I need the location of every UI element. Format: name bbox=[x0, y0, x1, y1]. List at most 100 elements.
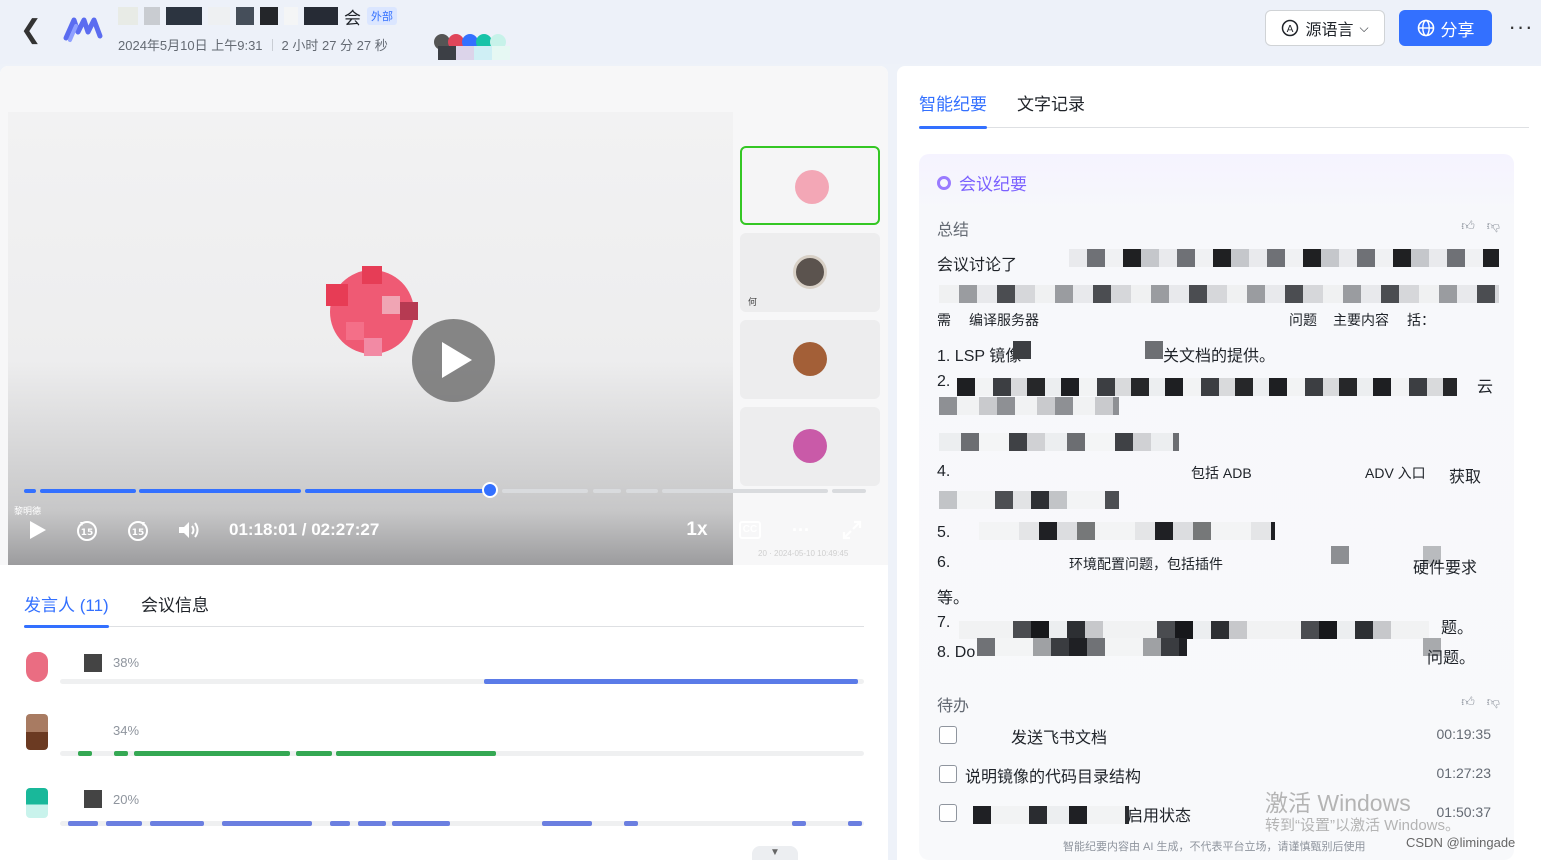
summary-line: 题。 bbox=[1441, 620, 1474, 637]
meeting-meta: 2024年5月10日 上午9:31 2 小时 27 分 27 秒 bbox=[118, 35, 388, 54]
redacted-block bbox=[959, 621, 1429, 639]
participant-avatars[interactable] bbox=[430, 32, 540, 60]
thumbs-up-icon[interactable]: 👍︎ bbox=[1461, 218, 1475, 234]
speech-segment bbox=[114, 751, 128, 756]
fullscreen-icon[interactable] bbox=[840, 516, 864, 544]
speech-segment bbox=[134, 751, 290, 756]
speech-segment bbox=[848, 821, 862, 826]
player-more-icon[interactable]: ··· bbox=[788, 516, 814, 544]
time-display: 01:18:01 / 02:27:27 bbox=[229, 520, 380, 539]
summary-line: 问题 bbox=[1289, 312, 1317, 328]
playback-progress-bar[interactable] bbox=[24, 482, 866, 498]
right-panel: 智能纪要 文字记录 会议纪要 总结 👍︎ 👎︎ 会议讨论了 需 编译服务器 问题… bbox=[897, 66, 1541, 860]
speaker-percent: 38% bbox=[113, 655, 140, 670]
progress-knob[interactable] bbox=[482, 482, 498, 498]
redacted-block bbox=[939, 433, 1179, 451]
source-language-label: 源语言 bbox=[1305, 22, 1354, 39]
tab-transcript[interactable]: 文字记录 bbox=[1017, 90, 1085, 128]
summary-line: ADV 入口 bbox=[1365, 465, 1426, 481]
summary-line: 8. Do bbox=[937, 644, 976, 661]
progress-played bbox=[40, 489, 136, 493]
participant-thumbnails: 何 bbox=[740, 146, 880, 494]
speech-segment bbox=[392, 821, 450, 826]
avatar bbox=[793, 429, 827, 463]
translate-icon: A bbox=[1282, 19, 1299, 37]
back-chevron-icon[interactable]: ❮ bbox=[20, 16, 44, 42]
forward-15-icon[interactable]: 15 bbox=[125, 516, 151, 544]
speech-segment bbox=[542, 821, 592, 826]
todo-checkbox[interactable] bbox=[939, 804, 957, 822]
video-player[interactable]: 何 黎明德 15 15 01:18:01 / 02:27:27 1x CC ··… bbox=[0, 66, 888, 565]
speech-segment bbox=[792, 821, 806, 826]
todo-checkbox[interactable] bbox=[939, 726, 957, 744]
participant-thumb[interactable]: 何 bbox=[740, 233, 880, 312]
todo-item[interactable]: 说明镜像的代码目录结构 01:27:23 bbox=[937, 763, 1507, 787]
tab-smart-summary[interactable]: 智能纪要 bbox=[919, 90, 987, 129]
share-label: 分享 bbox=[1440, 20, 1475, 40]
summary-line: 6. bbox=[937, 554, 951, 571]
speaker-row[interactable]: 38% bbox=[24, 652, 864, 702]
redacted-block bbox=[304, 7, 338, 25]
app-logo-icon bbox=[63, 17, 103, 42]
summary-line: 5. bbox=[937, 524, 951, 541]
participant-thumb[interactable] bbox=[740, 146, 880, 225]
avatar bbox=[793, 255, 827, 289]
ai-disclaimer: 智能纪要内容由 AI 生成，不代表平台立场，请谨慎甄别后使用 bbox=[1063, 841, 1366, 853]
summary-line: 包括 ADB bbox=[1191, 465, 1252, 481]
summary-line: 等。 bbox=[937, 590, 970, 607]
avatar bbox=[793, 342, 827, 376]
todo-label: 待办 bbox=[937, 698, 970, 715]
ai-ring-icon bbox=[937, 175, 951, 190]
redacted-block bbox=[957, 378, 1457, 396]
summary-line: 硬件要求 bbox=[1413, 560, 1478, 577]
play-overlay-icon[interactable] bbox=[412, 319, 495, 402]
speaker-row[interactable]: 20% bbox=[24, 788, 864, 838]
todo-timestamp[interactable]: 01:27:23 bbox=[1437, 765, 1492, 781]
expand-chevron-icon[interactable]: ▼ bbox=[752, 846, 798, 860]
thumbs-up-icon[interactable]: 👍︎ bbox=[1461, 694, 1475, 710]
thumb-label: 何 bbox=[748, 297, 758, 307]
source-language-button[interactable]: A 源语言 ⌵ bbox=[1265, 10, 1385, 46]
tab-meeting-info[interactable]: 会议信息 bbox=[141, 591, 209, 627]
play-icon[interactable] bbox=[24, 516, 50, 544]
todo-feedback: 👍︎ 👎︎ bbox=[1461, 694, 1500, 710]
meeting-summary-card: 会议纪要 总结 👍︎ 👎︎ 会议讨论了 需 编译服务器 问题 主要内容 括： 1… bbox=[919, 154, 1514, 860]
redacted-block bbox=[1013, 341, 1031, 359]
todo-checkbox[interactable] bbox=[939, 765, 957, 783]
thumbs-down-icon[interactable]: 👎︎ bbox=[1487, 218, 1500, 234]
playback-speed-button[interactable]: 1x bbox=[682, 516, 712, 544]
thumbs-down-icon[interactable]: 👎︎ bbox=[1487, 694, 1500, 710]
top-header: ❮ 会 外部 2024年5月10日 上午9:31 2 小时 27 分 27 秒 bbox=[0, 0, 1541, 64]
meeting-duration: 2 小时 27 分 27 秒 bbox=[281, 38, 388, 53]
rewind-15-icon[interactable]: 15 bbox=[74, 516, 100, 544]
summary-card-title: 会议纪要 bbox=[937, 170, 1027, 195]
redacted-block bbox=[1069, 249, 1499, 267]
redacted-block bbox=[236, 7, 254, 25]
progress-remaining bbox=[832, 489, 866, 493]
captions-button[interactable]: CC bbox=[738, 516, 762, 544]
avatar bbox=[795, 170, 829, 204]
tab-speakers[interactable]: 发言人 (11) bbox=[24, 591, 109, 628]
volume-icon[interactable] bbox=[176, 516, 202, 544]
summary-line: 关文档的提供。 bbox=[1163, 348, 1276, 365]
todo-item[interactable]: 发送飞书文档 00:19:35 bbox=[937, 724, 1507, 748]
speaker-timeline[interactable] bbox=[60, 751, 864, 756]
participant-thumb[interactable] bbox=[740, 320, 880, 399]
speaker-timeline[interactable] bbox=[60, 821, 864, 826]
windows-activation-title: 激活 Windows bbox=[1265, 790, 1411, 816]
progress-remaining bbox=[626, 489, 658, 493]
summary-line: 7. bbox=[937, 614, 951, 631]
csdn-watermark: CSDN @limingade bbox=[1406, 835, 1516, 850]
todo-timestamp[interactable]: 00:19:35 bbox=[1437, 726, 1492, 742]
progress-remaining bbox=[502, 489, 588, 493]
meeting-title-suffix: 会 bbox=[344, 8, 361, 28]
more-options-icon[interactable]: ··· bbox=[1508, 14, 1534, 42]
summary-line: 2. bbox=[937, 373, 951, 390]
share-button[interactable]: 分享 bbox=[1399, 10, 1492, 46]
redacted-block bbox=[977, 638, 1187, 656]
summary-title-text: 会议纪要 bbox=[959, 175, 1027, 194]
speaker-timeline[interactable] bbox=[60, 679, 864, 684]
main-video-frame[interactable] bbox=[8, 112, 733, 565]
participant-thumb[interactable] bbox=[740, 407, 880, 486]
speaker-row[interactable]: 34% bbox=[24, 714, 864, 764]
